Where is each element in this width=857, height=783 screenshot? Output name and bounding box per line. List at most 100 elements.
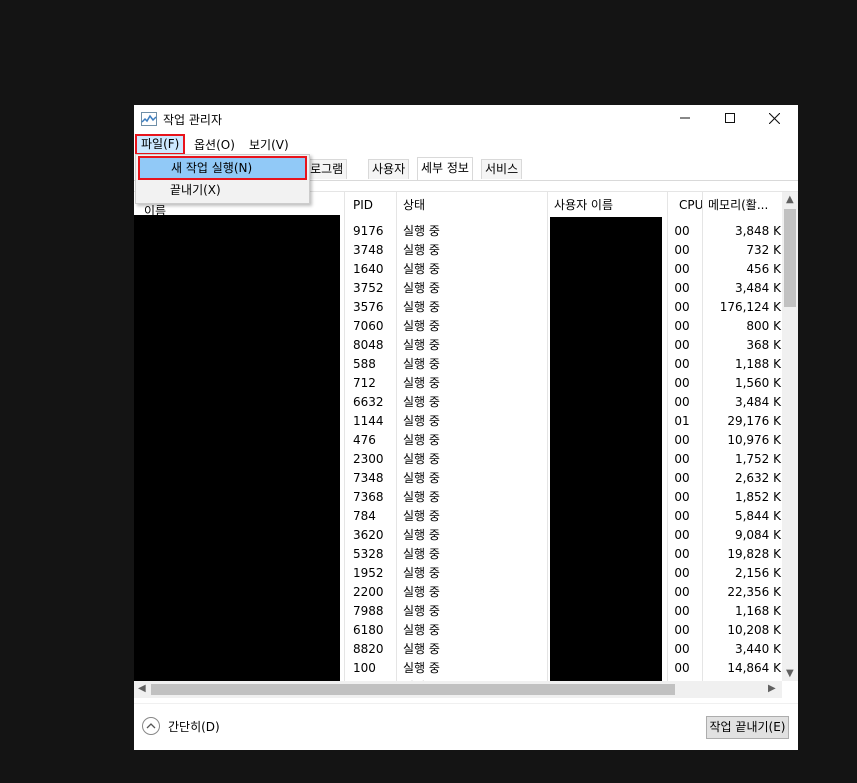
tab-services[interactable]: 서비스 [481, 159, 523, 179]
cell-pid: 100 [353, 661, 376, 675]
table-row[interactable]: 3752 실행 중 00 3,484 K [134, 279, 781, 298]
fewer-details-link[interactable]: 간단히(D) [168, 718, 220, 735]
maximize-button[interactable] [707, 105, 752, 133]
cell-pid: 1640 [353, 262, 384, 276]
menu-view[interactable]: 보기(V) [245, 136, 293, 154]
table-row[interactable]: 784 실행 중 00 5,844 K [134, 507, 781, 526]
cell-memory: 29,176 K [727, 414, 781, 428]
scroll-down-arrow-icon[interactable]: ▼ [786, 668, 794, 679]
table-row[interactable]: 8048 실행 중 00 368 K [134, 336, 781, 355]
table-row[interactable]: 1144 실행 중 01 29,176 K [134, 412, 781, 431]
cell-status: 실행 중 [403, 243, 440, 257]
cell-status: 실행 중 [403, 528, 440, 542]
close-button[interactable] [752, 105, 797, 133]
table-row[interactable]: 588 실행 중 00 1,188 K [134, 355, 781, 374]
cell-cpu: 00 [674, 376, 690, 390]
cell-pid: 7368 [353, 490, 384, 504]
cell-memory: 2,156 K [734, 566, 781, 580]
column-header-status[interactable]: 상태 [403, 196, 425, 214]
menu-file[interactable]: 파일(F) [135, 134, 186, 155]
cell-pid: 6180 [353, 623, 384, 637]
cell-cpu: 00 [674, 319, 690, 333]
table-row[interactable]: 476 실행 중 00 10,976 K [134, 431, 781, 450]
horizontal-scroll-thumb[interactable] [151, 684, 675, 695]
table-row[interactable]: 2200 실행 중 00 22,356 K [134, 583, 781, 602]
cell-cpu: 00 [674, 471, 690, 485]
cell-cpu: 00 [674, 642, 690, 656]
cell-cpu: 00 [674, 585, 690, 599]
cell-pid: 588 [353, 357, 376, 371]
end-task-button[interactable]: 작업 끝내기(E) [706, 716, 789, 739]
minimize-button[interactable] [662, 105, 707, 133]
cell-memory: 3,440 K [734, 642, 781, 656]
cell-memory: 1,560 K [734, 376, 781, 390]
column-header-user[interactable]: 사용자 이름 [554, 196, 613, 214]
maximize-icon [724, 113, 735, 123]
table-row[interactable]: 3576 실행 중 00 176,124 K [134, 298, 781, 317]
vertical-scroll-thumb[interactable] [784, 209, 796, 307]
column-header-cpu[interactable]: CPU [679, 196, 703, 214]
cell-cpu: 00 [674, 224, 690, 238]
menu-options[interactable]: 옵션(O) [190, 136, 239, 154]
menu-bar: 파일(F) 옵션(O) 보기(V) [134, 134, 798, 155]
table-row[interactable]: 7368 실행 중 00 1,852 K [134, 488, 781, 507]
table-row[interactable]: 5328 실행 중 00 19,828 K [134, 545, 781, 564]
cell-cpu: 00 [674, 509, 690, 523]
cell-pid: 1952 [353, 566, 384, 580]
scroll-right-arrow-icon[interactable]: ▶ [768, 683, 776, 694]
table-row[interactable]: 3748 실행 중 00 732 K [134, 241, 781, 260]
table-row[interactable]: 1640 실행 중 00 456 K [134, 260, 781, 279]
cell-cpu: 00 [674, 433, 690, 447]
scroll-up-arrow-icon[interactable]: ▲ [786, 194, 794, 205]
cell-memory: 3,848 K [734, 224, 781, 238]
cell-pid: 8820 [353, 642, 384, 656]
horizontal-scrollbar[interactable]: ◀ ▶ [134, 681, 782, 698]
menu-item-run-new-task[interactable]: 새 작업 실행(N) [138, 156, 307, 180]
cell-status: 실행 중 [403, 262, 440, 276]
cell-pid: 7988 [353, 604, 384, 618]
table-row[interactable]: 8820 실행 중 00 3,440 K [134, 640, 781, 659]
table-row[interactable]: 6632 실행 중 00 3,484 K [134, 393, 781, 412]
cell-status: 실행 중 [403, 414, 440, 428]
table-row[interactable]: 6180 실행 중 00 10,208 K [134, 621, 781, 640]
table-row[interactable]: 2300 실행 중 00 1,752 K [134, 450, 781, 469]
tab-users[interactable]: 사용자 [368, 159, 410, 179]
table-row[interactable]: 9176 실행 중 00 3,848 K [134, 222, 781, 241]
table-row[interactable]: 7348 실행 중 00 2,632 K [134, 469, 781, 488]
tab-details[interactable]: 세부 정보 [417, 157, 473, 180]
cell-cpu: 00 [674, 661, 690, 675]
process-table: 이름 PID 상태 사용자 이름 CPU 메모리(활... 9176 실행 중 00… [134, 191, 798, 700]
table-row[interactable]: 712 실행 중 00 1,560 K [134, 374, 781, 393]
menu-item-label: 끝내기(X) [170, 183, 221, 197]
scroll-left-arrow-icon[interactable]: ◀ [138, 683, 146, 694]
cell-memory: 5,844 K [734, 509, 781, 523]
column-header-memory[interactable]: 메모리(활... [708, 196, 780, 214]
collapse-chevron-up-icon[interactable] [142, 717, 160, 735]
table-row[interactable]: 100 실행 중 00 14,864 K [134, 659, 781, 678]
table-row[interactable]: 7988 실행 중 00 1,168 K [134, 602, 781, 621]
close-icon [768, 112, 781, 125]
cell-status: 실행 중 [403, 224, 440, 238]
cell-cpu: 00 [674, 604, 690, 618]
cell-status: 실행 중 [403, 433, 440, 447]
cell-memory: 19,828 K [727, 547, 781, 561]
cell-pid: 784 [353, 509, 376, 523]
cell-pid: 2200 [353, 585, 384, 599]
cell-memory: 1,188 K [734, 357, 781, 371]
vertical-scrollbar[interactable]: ▲ ▼ [782, 192, 798, 681]
task-manager-app-icon [141, 112, 157, 127]
cell-pid: 5328 [353, 547, 384, 561]
title-bar[interactable]: 작업 관리자 [134, 105, 798, 134]
cell-memory: 9,084 K [734, 528, 781, 542]
table-row[interactable]: 1952 실행 중 00 2,156 K [134, 564, 781, 583]
cell-cpu: 00 [674, 490, 690, 504]
column-header-pid[interactable]: PID [353, 196, 373, 214]
cell-memory: 732 K [746, 243, 781, 257]
cell-cpu: 00 [674, 300, 690, 314]
table-row[interactable]: 3620 실행 중 00 9,084 K [134, 526, 781, 545]
table-row[interactable]: 7060 실행 중 00 800 K [134, 317, 781, 336]
menu-item-exit[interactable]: 끝내기(X) [136, 179, 309, 201]
cell-pid: 7348 [353, 471, 384, 485]
cell-cpu: 00 [674, 395, 690, 409]
cell-status: 실행 중 [403, 281, 440, 295]
